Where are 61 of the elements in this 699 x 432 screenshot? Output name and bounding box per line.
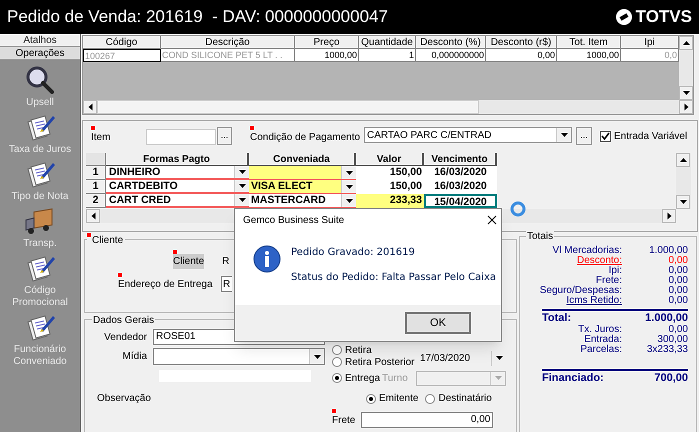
table-cell: 100267 — [83, 49, 161, 62]
row-number: 1 — [86, 180, 106, 194]
group-title: Dados Gerais — [93, 315, 154, 326]
group-title: Totais — [526, 231, 554, 242]
table-cell: COND SILICONE PET 5 LT . . — [161, 49, 295, 62]
total-label: Vl Mercadorias: — [552, 246, 622, 256]
total-value: 0,00 — [668, 266, 688, 276]
total-value: 300,00 — [657, 335, 688, 345]
field-label: Item — [91, 131, 110, 145]
row-number: 1 — [86, 166, 106, 180]
field-value: R — [222, 255, 230, 269]
window-title: Pedido de Venda: 201619 - DAV: 0000000000047 — [7, 6, 388, 28]
total-label: Entrada: — [584, 335, 622, 345]
dialog-message: Status do Pedido: Falta Passar Pelo Caixa — [291, 271, 496, 285]
total-value: 0,00 — [668, 325, 688, 335]
dialog-title: Gemco Business Suite — [243, 214, 344, 228]
total-label: Seguro/Despesas: — [538, 286, 622, 296]
table-cell: 0,00 — [486, 49, 557, 62]
table-cell: 150,00 — [356, 166, 424, 180]
radio-label: Retira — [345, 344, 372, 358]
table-cell: 15/04/2020 — [424, 194, 497, 208]
table-cell: 16/03/2020 — [424, 180, 497, 194]
total-value: 0,00 — [668, 286, 688, 296]
field-label: Vendedor — [103, 330, 148, 344]
total-value: 3x233,33 — [646, 345, 688, 355]
total-value: 1.000,00 — [649, 246, 688, 256]
radio-label: Destinatário — [438, 392, 492, 406]
total-value: 1.000,00 — [645, 311, 688, 325]
field-label: Endereço de Entrega — [118, 278, 213, 292]
total-label: Tx. Juros: — [577, 325, 622, 335]
table-cell: 0,000000000 — [416, 49, 486, 62]
field-label: Turno — [382, 372, 409, 386]
total-value: 0,00 — [668, 296, 688, 306]
total-value: 0,00 — [668, 276, 688, 286]
field-label: Mídia — [122, 350, 148, 364]
total-value: 700,00 — [654, 371, 688, 385]
table-cell: 16/03/2020 — [424, 166, 497, 180]
field-label: Observação — [97, 392, 151, 406]
group-title: Cliente — [92, 234, 124, 248]
total-label: Total: — [542, 311, 572, 325]
total-value: 0,00 — [668, 256, 688, 266]
table-cell: 1000,00 — [295, 49, 359, 62]
table-cell: 1 — [359, 49, 416, 62]
total-label: Parcelas: — [579, 345, 622, 355]
table-cell: 1000,00 — [557, 49, 621, 62]
radio-label: Entrega — [345, 372, 380, 386]
total-label: Ipi: — [608, 266, 622, 276]
checkbox-label: Entrada Variável — [614, 130, 688, 144]
row-number: 2 — [86, 194, 106, 208]
dialog-message: Pedido Gravado: 201619 — [291, 246, 416, 260]
radio-label: Retira Posterior — [345, 356, 414, 370]
table-cell: 150,00 — [356, 180, 424, 194]
field-label: Condição de Pagamento — [250, 131, 360, 145]
table-cell: 0,0 — [621, 49, 679, 62]
total-label: Financiado: — [542, 371, 605, 385]
brand-name: TOTVS — [636, 6, 692, 28]
table-cell: 233,33 — [356, 194, 424, 208]
field-label: Cliente — [173, 254, 204, 269]
radio-label: Emitente — [379, 392, 418, 406]
field-label: Frete — [332, 414, 356, 428]
total-label: Frete: — [596, 276, 622, 286]
